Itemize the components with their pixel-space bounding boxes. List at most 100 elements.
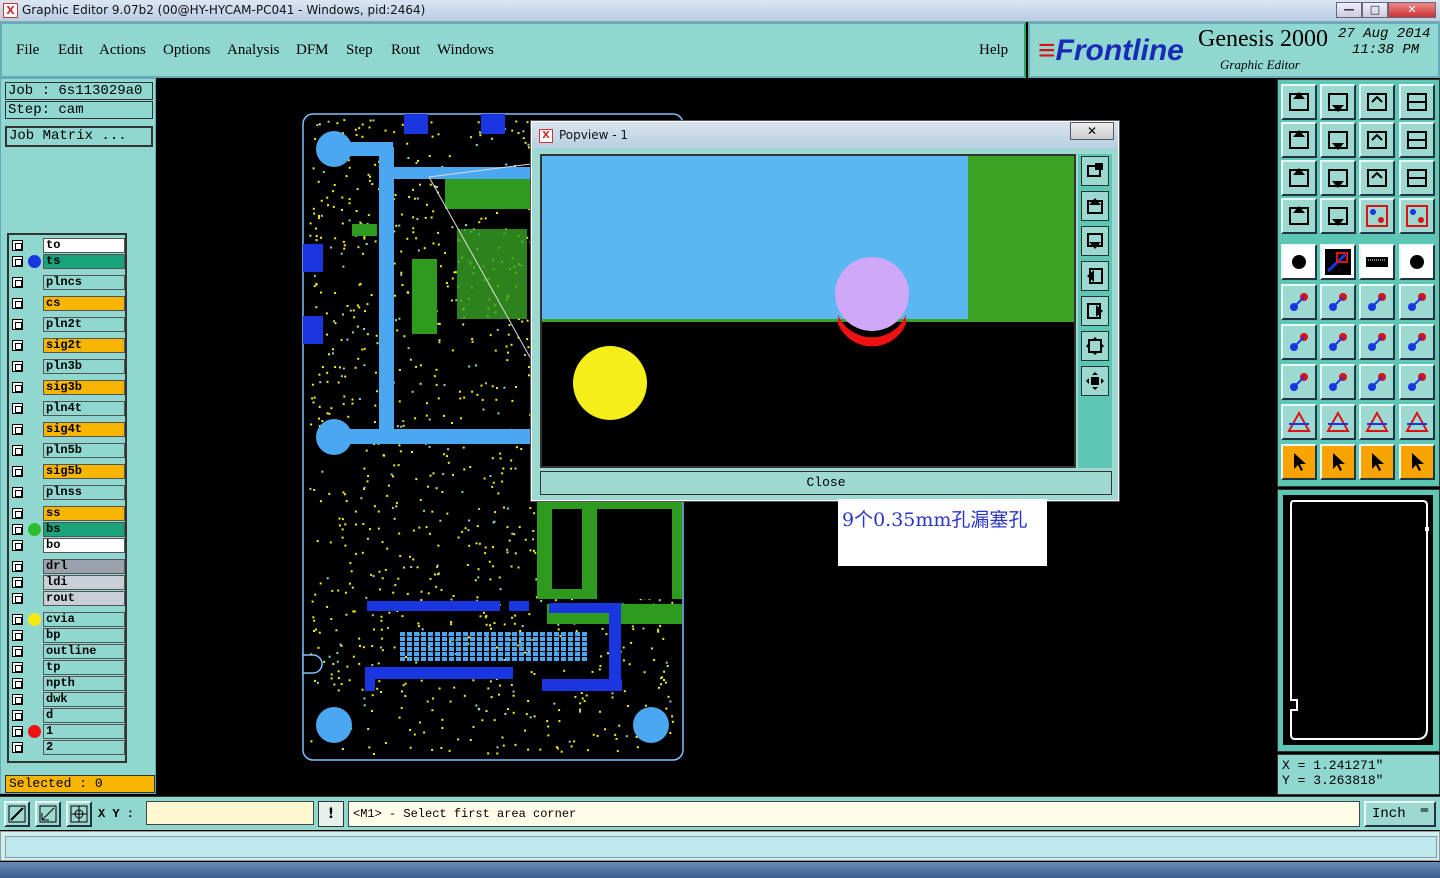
job-matrix-button[interactable]: Job Matrix ... — [5, 126, 153, 147]
layer-name[interactable]: sig5b — [43, 464, 125, 479]
layer-name[interactable]: bo — [43, 538, 125, 553]
layer-checkbox[interactable] — [12, 508, 23, 519]
menu-windows[interactable]: Windows — [437, 42, 494, 59]
triangle-c-tool-button[interactable] — [1359, 404, 1395, 440]
maximize-button[interactable]: □ — [1362, 2, 1388, 18]
layer-name[interactable]: sig3b — [43, 380, 125, 395]
layer-row-ldi[interactable]: ldi — [9, 575, 127, 590]
popview-pan-left-button[interactable] — [1081, 261, 1109, 291]
popview-pan-down-button[interactable] — [1081, 226, 1109, 256]
layer-row-rout[interactable]: rout — [9, 591, 127, 606]
zoom-home-tool-button[interactable] — [1281, 84, 1317, 120]
menu-options[interactable]: Options — [163, 42, 211, 59]
layer-row-plnss[interactable]: plnss — [9, 485, 127, 500]
layer-name[interactable]: sig2t — [43, 338, 125, 353]
zoom-1to2-tool-button[interactable] — [1359, 160, 1395, 196]
layer-row-2[interactable]: 2 — [9, 740, 127, 755]
select-rotate-tool-button[interactable] — [1359, 444, 1395, 480]
menu-actions[interactable]: Actions — [99, 42, 146, 59]
fit-screen-tool-button[interactable] — [1281, 160, 1317, 196]
redo-tool-button[interactable] — [1399, 122, 1435, 158]
grid-tool-button[interactable] — [1320, 198, 1356, 234]
measure-tool-button[interactable] — [1359, 364, 1395, 400]
snap-right-tool-button[interactable] — [1320, 122, 1356, 158]
layer-row-pln4t[interactable]: pln4t — [9, 401, 127, 416]
layer-checkbox[interactable] — [12, 662, 23, 673]
layer-name[interactable]: to — [43, 238, 125, 253]
snap-left-tool-button[interactable] — [1281, 122, 1317, 158]
units-selector[interactable]: Inch ═ — [1364, 801, 1436, 827]
layer-checkbox[interactable] — [12, 466, 23, 477]
line-edit-tool-button[interactable] — [1320, 324, 1356, 360]
popview-zoom-view[interactable] — [540, 154, 1076, 468]
triangle-a-tool-button[interactable] — [1281, 404, 1317, 440]
layer-row-cvia[interactable]: cvia — [9, 612, 127, 627]
layer-checkbox[interactable] — [12, 361, 23, 372]
popview-close-x-button[interactable]: ✕ — [1070, 122, 1114, 140]
layer-row-1[interactable]: 1 — [9, 724, 127, 739]
layer-checkbox[interactable] — [12, 678, 23, 689]
connect-tool-button[interactable] — [1281, 284, 1317, 320]
layer-name[interactable]: bp — [43, 628, 125, 643]
layer-row-sig2t[interactable]: sig2t — [9, 338, 127, 353]
layer-name[interactable]: pln4t — [43, 401, 125, 416]
grid-mode-button[interactable] — [66, 801, 92, 827]
minimap-view[interactable] — [1283, 495, 1433, 745]
minus-tool-button[interactable] — [1320, 364, 1356, 400]
split-view-tool-button[interactable] — [1399, 84, 1435, 120]
layer-checkbox[interactable] — [12, 445, 23, 456]
layer-checkbox[interactable] — [12, 382, 23, 393]
triangle-d-tool-button[interactable] — [1399, 404, 1435, 440]
layer-checkbox[interactable] — [12, 524, 23, 535]
board-minimap[interactable] — [1277, 489, 1440, 752]
layer-name[interactable]: npth — [43, 676, 125, 691]
menu-rout[interactable]: Rout — [391, 42, 420, 59]
shapes-tool-button[interactable] — [1399, 364, 1435, 400]
layer-name[interactable]: plncs — [43, 275, 125, 290]
layer-name[interactable]: plnss — [43, 485, 125, 500]
popview-zoom-window-button[interactable] — [1081, 156, 1109, 186]
add-line-tool-button[interactable] — [1320, 244, 1356, 280]
layer-checkbox[interactable] — [12, 240, 23, 251]
save-tool-button[interactable] — [1320, 84, 1356, 120]
layer-row-sig3b[interactable]: sig3b — [9, 380, 127, 395]
copy-pad-tool-button[interactable] — [1399, 284, 1435, 320]
minimize-button[interactable]: — — [1336, 2, 1362, 18]
layer-checkbox[interactable] — [12, 577, 23, 588]
layer-checkbox[interactable] — [12, 614, 23, 625]
layer-checkbox[interactable] — [12, 277, 23, 288]
layer-compare-red-tool-button[interactable] — [1399, 198, 1435, 234]
layer-name[interactable]: drl — [43, 559, 125, 574]
move-pad-tool-button[interactable] — [1359, 284, 1395, 320]
add-round-tool-button[interactable] — [1399, 244, 1435, 280]
layer-name[interactable]: rout — [43, 591, 125, 606]
menu-edit[interactable]: Edit — [58, 42, 83, 59]
layer-checkbox[interactable] — [12, 298, 23, 309]
layer-checkbox[interactable] — [12, 424, 23, 435]
layer-checkbox[interactable] — [12, 710, 23, 721]
layer-name[interactable]: ss — [43, 506, 125, 521]
add-pad-tool-button[interactable] — [1281, 244, 1317, 280]
layer-checkbox[interactable] — [12, 742, 23, 753]
layer-name[interactable]: pln3b — [43, 359, 125, 374]
angle-tool-button[interactable] — [1281, 324, 1317, 360]
snap-mode-button[interactable] — [4, 801, 30, 827]
popview-close-button[interactable]: Close — [540, 471, 1112, 495]
menu-dfm[interactable]: DFM — [296, 42, 329, 59]
layer-row-ss[interactable]: ss — [9, 506, 127, 521]
layer-name[interactable]: ldi — [43, 575, 125, 590]
select-arrow-tool-button[interactable] — [1281, 444, 1317, 480]
layer-checkbox[interactable] — [12, 561, 23, 572]
popview-pan-up-button[interactable] — [1081, 191, 1109, 221]
layer-name[interactable]: d — [43, 708, 125, 723]
layer-name[interactable]: sig4t — [43, 422, 125, 437]
undo-tool-button[interactable] — [1359, 122, 1395, 158]
home-tool-button[interactable] — [1359, 84, 1395, 120]
layer-compare-tool-button[interactable] — [1359, 198, 1395, 234]
layer-row-dwk[interactable]: dwk — [9, 692, 127, 707]
layer-name[interactable]: cs — [43, 296, 125, 311]
xy-input[interactable] — [146, 801, 314, 825]
measure-mode-button[interactable] — [35, 801, 61, 827]
layer-row-outline[interactable]: outline — [9, 644, 127, 659]
properties-tool-button[interactable] — [1281, 198, 1317, 234]
